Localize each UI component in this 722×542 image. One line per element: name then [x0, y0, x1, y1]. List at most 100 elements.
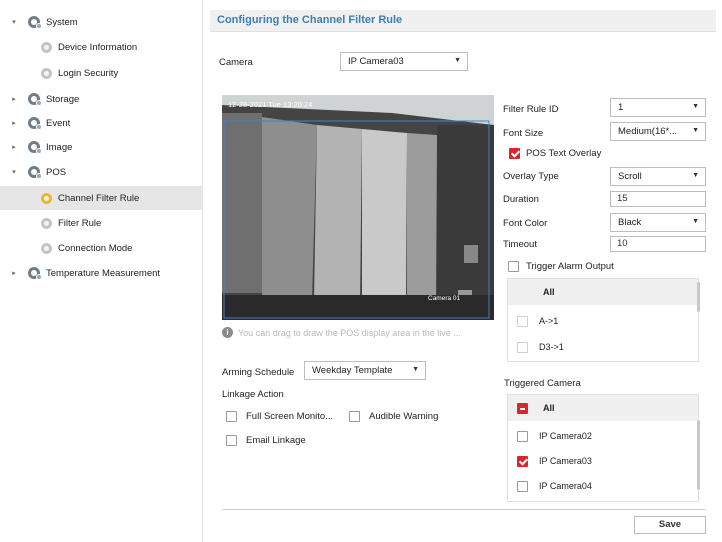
caret-right-icon[interactable]: ▸: [10, 95, 18, 103]
font-color-label: Font Color: [503, 218, 548, 229]
video-camera-name: Camera 01: [428, 295, 461, 302]
settings-icon: [41, 42, 52, 53]
overlay-type-label: Overlay Type: [503, 171, 559, 182]
filter-rule-id-select[interactable]: 1 ▼: [610, 98, 706, 117]
all-cameras-checkbox[interactable]: [517, 403, 528, 414]
tree-item-channel-filter-rule[interactable]: Channel Filter Rule: [0, 186, 203, 210]
tree-item-label: Filter Rule: [58, 217, 102, 229]
alarm-output-checkbox[interactable]: [517, 316, 528, 327]
camera-select[interactable]: IP Camera03 ▼: [340, 52, 468, 71]
duration-value: 15: [617, 193, 628, 204]
settings-icon: [41, 243, 52, 254]
event-gear-icon: [28, 117, 42, 130]
temperature-gear-icon: [28, 267, 42, 280]
main-panel: Configuring the Channel Filter Rule Came…: [210, 10, 722, 542]
live-video-view[interactable]: 12-28-2021 Tue 13:20:24 Camera 01: [222, 95, 494, 320]
full-screen-label: Full Screen Monito...: [246, 411, 334, 422]
filter-rule-id-value: 1: [618, 102, 624, 113]
alarm-output-label: A->1: [539, 316, 559, 326]
tree-item-connection-mode[interactable]: Connection Mode: [0, 236, 203, 260]
settings-icon: [41, 68, 52, 79]
dropdown-arrow-icon: ▼: [692, 127, 699, 134]
tree-item-login-security[interactable]: Login Security: [0, 61, 203, 85]
tree-item-label: Channel Filter Rule: [58, 192, 140, 204]
tree-item-system[interactable]: ▾ System: [0, 10, 203, 34]
arming-schedule-value: Weekday Template: [312, 365, 393, 376]
camera-label: IP Camera03: [539, 456, 592, 466]
arming-schedule-label: Arming Schedule: [222, 367, 295, 378]
triggered-camera-all-label: All: [543, 403, 555, 413]
pos-text-overlay-label: POS Text Overlay: [526, 148, 602, 159]
tree-item-device-information[interactable]: Device Information: [0, 35, 203, 59]
trigger-alarm-output-label: Trigger Alarm Output: [526, 261, 614, 272]
email-linkage-checkbox[interactable]: [226, 435, 237, 446]
caret-right-icon[interactable]: ▸: [10, 143, 18, 151]
alarm-output-all-row[interactable]: All: [508, 279, 698, 305]
caret-down-icon[interactable]: ▾: [10, 18, 18, 26]
dropdown-arrow-icon: ▼: [692, 172, 699, 179]
alarm-output-checkbox[interactable]: [517, 342, 528, 353]
audible-warning-checkbox[interactable]: [349, 411, 360, 422]
dropdown-arrow-icon: ▼: [412, 366, 419, 373]
triggered-camera-scrollbar[interactable]: [697, 420, 700, 490]
alarm-output-list: All A->1 D3->1: [507, 278, 699, 362]
image-gear-icon: [28, 141, 42, 154]
settings-icon: [41, 193, 52, 204]
storage-gear-icon: [28, 93, 42, 106]
alarm-output-all-label: All: [543, 287, 555, 297]
tree-item-pos[interactable]: ▾ POS: [0, 160, 203, 184]
caret-right-icon[interactable]: ▸: [10, 119, 18, 127]
tree-item-label: System: [46, 16, 78, 28]
overlay-type-select[interactable]: Scroll ▼: [610, 167, 706, 186]
tree-item-temperature-measurement[interactable]: ▸ Temperature Measurement: [0, 261, 203, 285]
camera-checkbox[interactable]: [517, 431, 528, 442]
sidebar-tree: ▾ System Device Information Login Securi…: [0, 0, 203, 542]
pos-text-overlay-checkbox[interactable]: [509, 148, 520, 159]
tree-item-label: POS: [46, 166, 67, 178]
tree-item-label: Connection Mode: [58, 242, 133, 254]
tree-item-label: Login Security: [58, 67, 119, 79]
video-timestamp: 12-28-2021 Tue 13:20:24: [228, 100, 313, 109]
full-screen-checkbox[interactable]: [226, 411, 237, 422]
tree-item-label: Event: [46, 117, 71, 129]
tree-item-label: Temperature Measurement: [46, 267, 161, 279]
alarm-output-row[interactable]: D3->1: [508, 334, 698, 360]
triggered-camera-row[interactable]: IP Camera03: [508, 448, 698, 474]
triggered-camera-row[interactable]: IP Camera04: [508, 473, 698, 499]
dropdown-arrow-icon: ▼: [692, 218, 699, 225]
draw-area-hint: You can drag to draw the POS display are…: [238, 328, 461, 338]
alarm-output-row[interactable]: A->1: [508, 308, 698, 334]
overlay-type-value: Scroll: [618, 171, 642, 182]
tree-item-image[interactable]: ▸ Image: [0, 135, 203, 159]
font-color-value: Black: [618, 217, 642, 228]
caret-down-icon[interactable]: ▾: [10, 168, 18, 176]
tree-item-event[interactable]: ▸ Event: [0, 111, 203, 135]
font-size-label: Font Size: [503, 128, 544, 139]
font-size-value: Medium(16*...: [618, 126, 678, 137]
tree-item-label: Device Information: [58, 41, 138, 53]
font-size-select[interactable]: Medium(16*... ▼: [610, 122, 706, 141]
caret-right-icon[interactable]: ▸: [10, 269, 18, 277]
arming-schedule-select[interactable]: Weekday Template ▼: [304, 361, 426, 380]
camera-checkbox[interactable]: [517, 456, 528, 467]
tree-item-storage[interactable]: ▸ Storage: [0, 87, 203, 111]
alarm-output-scrollbar[interactable]: [697, 282, 700, 312]
duration-input[interactable]: 15: [610, 191, 706, 207]
triggered-camera-row[interactable]: IP Camera02: [508, 423, 698, 449]
dropdown-arrow-icon: ▼: [692, 103, 699, 110]
timeout-input[interactable]: 10: [610, 236, 706, 252]
tree-item-label: Image: [46, 141, 73, 153]
camera-label: IP Camera04: [539, 481, 592, 491]
triggered-camera-title: Triggered Camera: [504, 378, 581, 389]
triggered-camera-all-row[interactable]: All: [508, 395, 698, 421]
tree-item-filter-rule[interactable]: Filter Rule: [0, 211, 203, 235]
timeout-label: Timeout: [503, 239, 537, 250]
page-header: Configuring the Channel Filter Rule: [210, 10, 716, 32]
email-linkage-label: Email Linkage: [246, 435, 306, 446]
dropdown-arrow-icon: ▼: [454, 57, 461, 64]
trigger-alarm-output-checkbox[interactable]: [508, 261, 519, 272]
filter-rule-id-label: Filter Rule ID: [503, 104, 559, 115]
save-button[interactable]: Save: [634, 516, 706, 534]
camera-checkbox[interactable]: [517, 481, 528, 492]
font-color-select[interactable]: Black ▼: [610, 213, 706, 232]
